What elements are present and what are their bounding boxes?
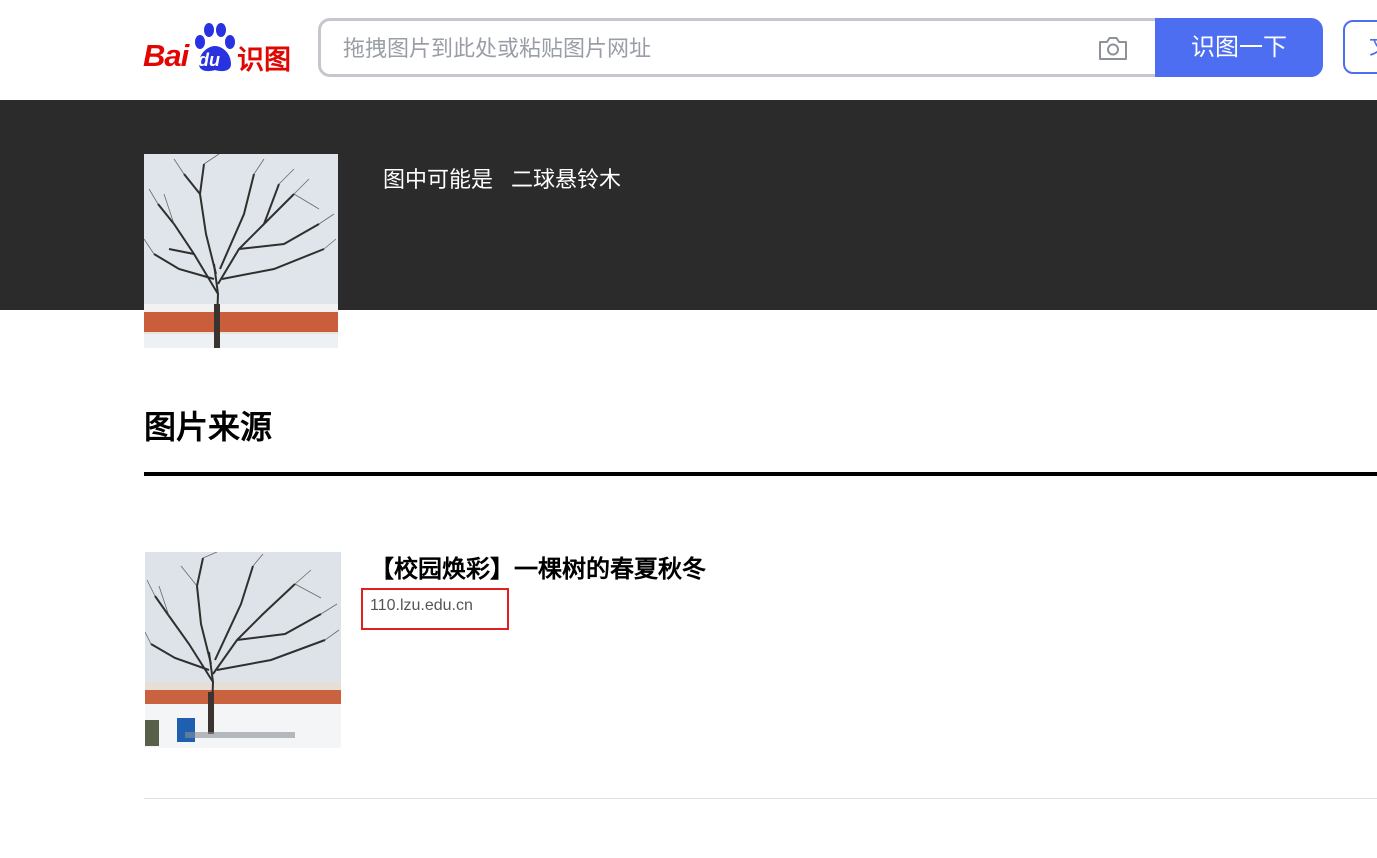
logo-bai-text: Bai	[143, 38, 189, 73]
logo-du-text: du	[198, 50, 220, 70]
section-divider	[144, 472, 1377, 476]
guess-label: 图中可能是	[383, 167, 494, 192]
recognition-guess: 图中可能是 二球悬铃木	[383, 162, 621, 194]
search-button[interactable]: 识图一下	[1155, 18, 1323, 77]
result-title-link[interactable]: 【校园焕彩】一棵树的春夏秋冬	[370, 549, 706, 584]
query-image-thumbnail[interactable]	[144, 154, 338, 348]
text-search-button[interactable]: 文	[1343, 20, 1377, 74]
logo-shitu-text: 识图	[237, 45, 291, 75]
highlight-annotation-box	[361, 588, 509, 630]
header-bar: Bai du 识图 识图一下 文	[0, 0, 1377, 100]
guess-value-link[interactable]: 二球悬铃木	[511, 167, 621, 192]
result-divider	[144, 798, 1377, 799]
result-thumbnail[interactable]	[145, 552, 341, 748]
image-url-input[interactable]	[341, 21, 1085, 74]
section-title-image-source: 图片来源	[144, 409, 273, 445]
camera-icon[interactable]	[1097, 34, 1129, 62]
baidu-shitu-logo[interactable]: Bai du 识图	[143, 22, 293, 75]
